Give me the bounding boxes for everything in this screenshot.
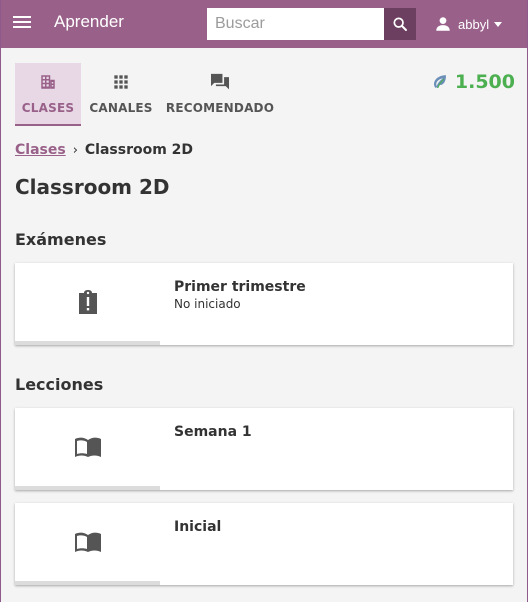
lesson-progress-bar <box>15 581 160 585</box>
user-name: abbyl <box>458 16 490 32</box>
exam-clipboard-icon <box>78 290 97 314</box>
person-icon <box>436 17 450 31</box>
lesson-card-thumbnail <box>15 503 160 581</box>
points-value: 1.500 <box>454 71 515 93</box>
search-button[interactable] <box>384 8 416 40</box>
tab-classes-label: CLASES <box>21 101 75 115</box>
lesson-book-icon <box>74 437 101 457</box>
exam-title: Primer trimestre <box>174 279 306 295</box>
search-box <box>207 8 384 40</box>
breadcrumb-link-classes[interactable]: Clases <box>15 142 66 158</box>
search-icon <box>393 17 407 31</box>
points-display: 1.500 <box>431 71 515 93</box>
exams-heading: Exámenes <box>15 230 107 249</box>
app-bar: Aprender abbyl <box>1 0 527 48</box>
classes-icon <box>39 73 57 91</box>
tab-recommended[interactable]: RECOMENDADO <box>165 63 275 126</box>
exam-status: No iniciado <box>174 297 241 311</box>
lesson-card-thumbnail <box>15 408 160 486</box>
lesson-book-icon <box>74 532 101 552</box>
lesson-title: Semana 1 <box>174 424 252 440</box>
breadcrumb-separator: › <box>72 142 78 158</box>
user-menu[interactable]: abbyl <box>434 14 503 34</box>
lessons-heading: Lecciones <box>15 375 104 394</box>
app-title: Aprender <box>54 12 124 31</box>
lesson-progress-bar <box>15 486 160 490</box>
channels-grid-icon <box>113 73 129 91</box>
page-title: Classroom 2D <box>15 175 170 199</box>
lesson-card[interactable]: Inicial <box>15 503 513 585</box>
breadcrumb: Clases › Classroom 2D <box>15 142 193 158</box>
breadcrumb-current: Classroom 2D <box>84 142 194 158</box>
tab-recommended-label: RECOMENDADO <box>165 101 275 115</box>
exam-progress-bar <box>15 341 160 345</box>
exam-card[interactable]: Primer trimestre No iniciado <box>15 263 513 345</box>
hamburger-menu-icon[interactable] <box>13 14 31 34</box>
chevron-down-icon <box>494 21 503 27</box>
exam-card-thumbnail <box>15 263 160 341</box>
tab-channels[interactable]: CANALES <box>87 63 155 126</box>
tab-channels-label: CANALES <box>89 101 153 115</box>
app-frame: Aprender abbyl <box>1 0 527 602</box>
tab-classes[interactable]: CLASES <box>15 63 81 126</box>
search-input[interactable] <box>207 8 384 40</box>
points-leaf-icon <box>433 75 446 89</box>
recommended-forum-icon <box>210 73 230 91</box>
lesson-title: Inicial <box>174 519 222 535</box>
lesson-card[interactable]: Semana 1 <box>15 408 513 490</box>
